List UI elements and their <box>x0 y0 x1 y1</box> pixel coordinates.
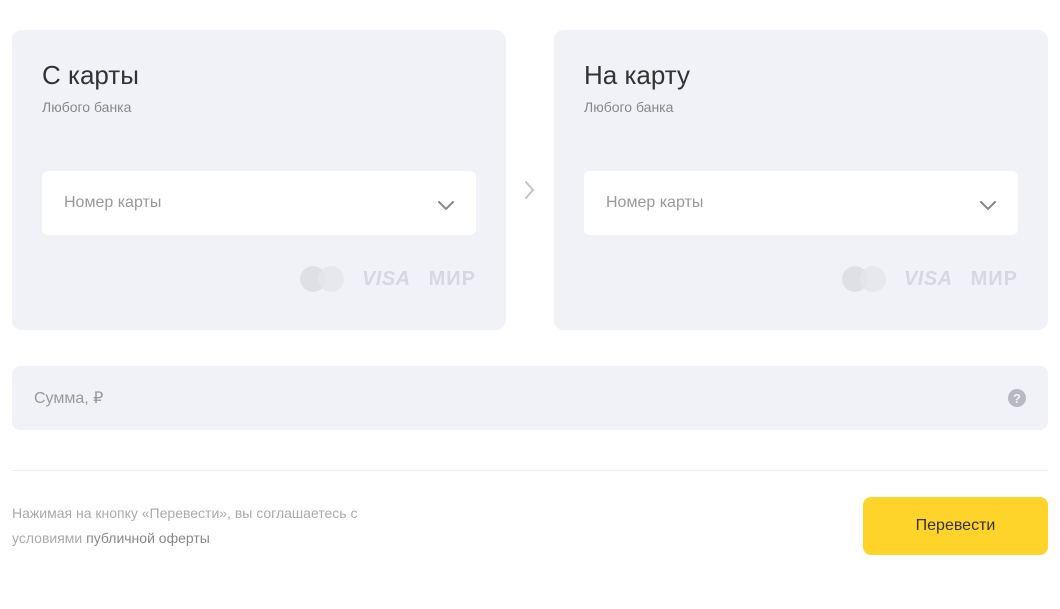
visa-icon: VISA <box>904 268 953 291</box>
to-card-number-placeholder: Номер карты <box>606 194 703 212</box>
to-card-title: На карту <box>584 60 1018 91</box>
help-icon[interactable]: ? <box>1008 389 1026 407</box>
from-card-panel: С карты Любого банка Номер карты VISA МИ… <box>12 30 506 330</box>
arrow-right-icon <box>506 181 554 199</box>
payment-logos: VISA МИР <box>42 265 476 293</box>
to-card-panel: На карту Любого банка Номер карты VISA М… <box>554 30 1048 330</box>
from-card-subtitle: Любого банка <box>42 99 476 115</box>
to-card-subtitle: Любого банка <box>584 99 1018 115</box>
disclaimer-text: Нажимая на кнопку «Перевести», вы соглаш… <box>12 501 412 551</box>
chevron-down-icon <box>980 198 996 208</box>
public-offer-link[interactable]: публичной оферты <box>86 530 210 546</box>
payment-logos: VISA МИР <box>584 265 1018 293</box>
mir-icon: МИР <box>429 268 476 291</box>
visa-icon: VISA <box>362 268 411 291</box>
divider <box>12 470 1048 471</box>
from-card-number-placeholder: Номер карты <box>64 194 161 212</box>
amount-input[interactable]: Сумма, ₽ ? <box>12 366 1048 430</box>
chevron-down-icon <box>438 198 454 208</box>
transfer-button[interactable]: Перевести <box>863 497 1048 555</box>
from-card-number-select[interactable]: Номер карты <box>42 171 476 235</box>
amount-placeholder: Сумма, ₽ <box>34 388 103 408</box>
mir-icon: МИР <box>971 268 1018 291</box>
to-card-number-select[interactable]: Номер карты <box>584 171 1018 235</box>
from-card-title: С карты <box>42 60 476 91</box>
mastercard-icon <box>300 265 344 293</box>
mastercard-icon <box>842 265 886 293</box>
